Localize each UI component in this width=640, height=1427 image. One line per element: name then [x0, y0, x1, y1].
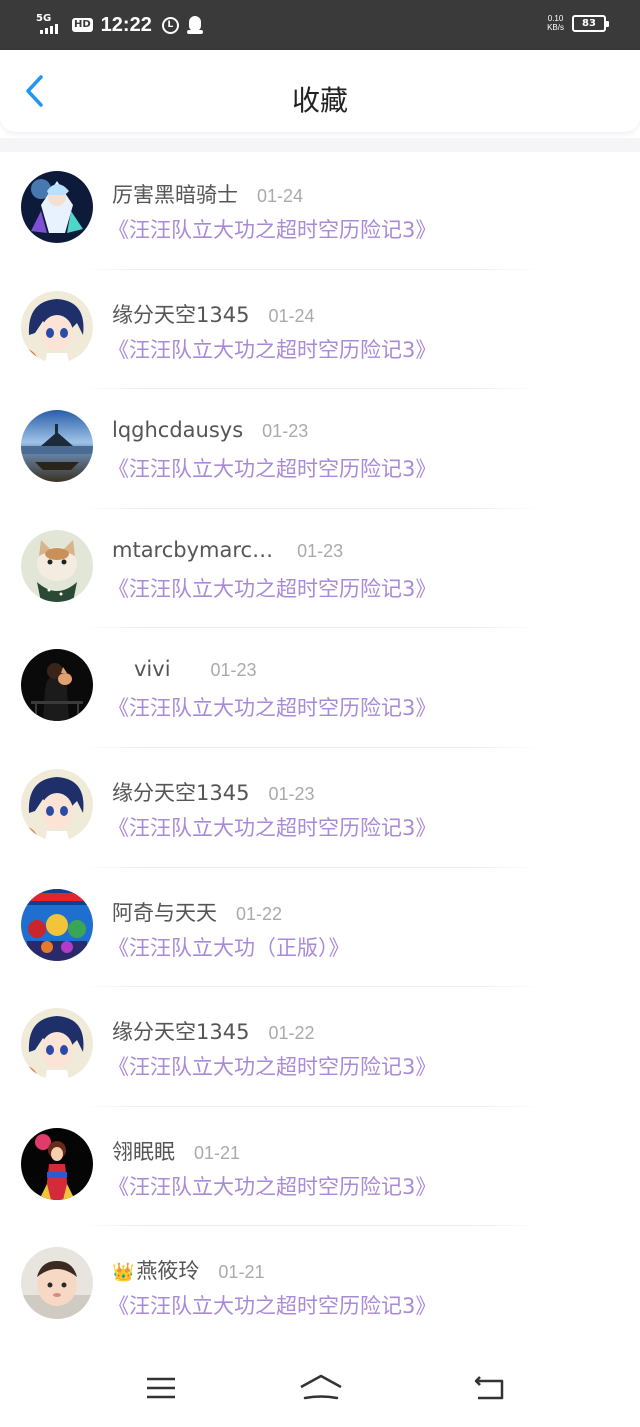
avatar[interactable] — [21, 290, 93, 363]
system-nav-bar — [0, 1350, 640, 1427]
book-title-link[interactable]: 《汪汪队立大功之超时空历险记3》 — [108, 1290, 436, 1320]
app-notification-icon: L — [161, 16, 179, 34]
user-name: 燕筱玲 — [136, 1259, 200, 1284]
battery-level: 83 — [582, 17, 596, 29]
list-item[interactable]: 缘分天空1345 01-23 《汪汪队立大功之超时空历险记3》 — [0, 748, 640, 868]
net-speed-value: 0.10 — [547, 14, 564, 23]
date: 01-21 — [194, 1142, 241, 1163]
date: 01-24 — [257, 186, 304, 206]
back-nav-button[interactable] — [469, 1368, 509, 1408]
back-icon — [474, 1376, 504, 1400]
date: 01-22 — [236, 903, 283, 924]
book-title-link[interactable]: 《汪汪队立大功（正版）》 — [108, 932, 350, 962]
clock: 12:22 — [100, 13, 152, 36]
list-item[interactable]: vivi 01-23 《汪汪队立大功之超时空历险记3》 — [0, 628, 640, 748]
hd-badge: HD — [72, 18, 93, 32]
menu-icon — [147, 1377, 175, 1399]
user-name: 缘分天空1345 — [112, 780, 250, 805]
list-item[interactable]: 缘分天空1345 01-24 《汪汪队立大功之超时空历险记3》 — [0, 270, 640, 390]
book-title-link[interactable]: 《汪汪队立大功之超时空历险记3》 — [108, 692, 436, 722]
book-title-link[interactable]: 《汪汪队立大功之超时空历险记3》 — [108, 1171, 436, 1201]
date: 01-24 — [268, 305, 315, 326]
user-name: vivi — [134, 657, 171, 682]
battery-icon: 83 — [572, 14, 609, 32]
date: 01-22 — [268, 1023, 315, 1044]
avatar[interactable] — [21, 1127, 93, 1200]
favorites-list: 厉害黑暗骑士 01-24 《汪汪队立大功之超时空历险记3》 缘分天空1345 0… — [0, 150, 640, 1346]
header-bar: 收藏 — [0, 50, 640, 132]
avatar[interactable] — [21, 171, 93, 243]
list-item[interactable]: 👑 燕筱玲 01-21 《汪汪队立大功之超时空历险记3》 — [0, 1226, 640, 1346]
home-icon — [300, 1374, 342, 1400]
book-title-link[interactable]: 《汪汪队立大功之超时空历险记3》 — [108, 573, 436, 603]
home-button[interactable] — [298, 1368, 344, 1408]
user-name: 厉害黑暗骑士 — [112, 183, 238, 207]
date: 01-23 — [297, 540, 344, 561]
crown-icon: 👑 — [112, 1262, 135, 1284]
page-title: 收藏 — [291, 84, 348, 117]
date: 01-23 — [210, 660, 257, 681]
book-title-link[interactable]: 《汪汪队立大功之超时空历险记3》 — [108, 334, 436, 364]
avatar[interactable] — [21, 649, 93, 722]
date: 01-23 — [262, 421, 309, 442]
avatar[interactable] — [21, 410, 93, 483]
list-item[interactable]: 厉害黑暗骑士 01-24 《汪汪队立大功之超时空历险记3》 — [0, 150, 640, 270]
book-title-link[interactable]: 《汪汪队立大功之超时空历险记3》 — [108, 1051, 436, 1081]
avatar[interactable] — [21, 1247, 93, 1320]
date: 01-23 — [268, 783, 315, 804]
menu-button[interactable] — [141, 1368, 181, 1408]
list-item[interactable]: 翎眠眠 01-21 《汪汪队立大功之超时空历险记3》 — [0, 1107, 640, 1227]
user-name: 阿奇与天天 — [112, 900, 217, 925]
date: 01-21 — [218, 1262, 265, 1283]
avatar[interactable] — [21, 768, 93, 841]
book-title-link[interactable]: 《汪汪队立大功之超时空历险记3》 — [108, 812, 436, 842]
user-name: lqghcdausys — [112, 418, 244, 443]
avatar[interactable] — [21, 529, 93, 602]
user-name: 缘分天空1345 — [112, 1020, 250, 1045]
net-speed: 0.10 KB/s — [547, 14, 564, 32]
qq-icon — [186, 16, 203, 34]
book-title-link[interactable]: 《汪汪队立大功之超时空历险记3》 — [108, 453, 436, 483]
avatar[interactable] — [21, 1008, 93, 1081]
net-speed-unit: KB/s — [547, 23, 564, 32]
list-item[interactable]: lqghcdausys 01-23 《汪汪队立大功之超时空历险记3》 — [0, 389, 640, 509]
avatar[interactable] — [21, 888, 93, 961]
network-type: 5G — [36, 13, 52, 24]
list-item[interactable]: 阿奇与天天 01-22 《汪汪队立大功（正版）》 — [0, 868, 640, 988]
status-bar: 5G HD 12:22 L 0.10 KB/s 83 — [0, 0, 640, 50]
list-item[interactable]: mtarcbymarc… 01-23 《汪汪队立大功之超时空历险记3》 — [0, 509, 640, 629]
user-name: mtarcbymarc… — [112, 537, 274, 562]
user-name: 缘分天空1345 — [112, 302, 250, 327]
book-title-link[interactable]: 《汪汪队立大功之超时空历险记3》 — [108, 214, 436, 244]
signal-icon: 5G — [36, 13, 68, 36]
user-name: 翎眠眠 — [112, 1139, 175, 1164]
list-item[interactable]: 缘分天空1345 01-22 《汪汪队立大功之超时空历险记3》 — [0, 987, 640, 1107]
